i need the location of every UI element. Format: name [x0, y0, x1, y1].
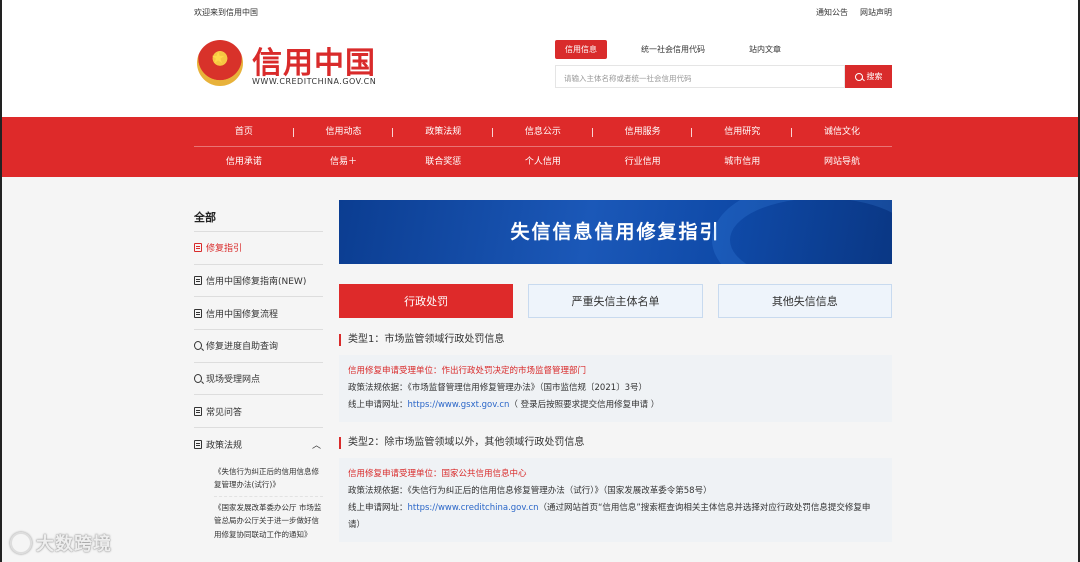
nav-item-site-nav[interactable]: 网站导航 [792, 147, 892, 177]
nav-item-personal-credit[interactable]: 个人信用 [493, 147, 593, 177]
tab-other-dishonest-info[interactable]: 其他失信信息 [717, 284, 892, 318]
sidebar-item-policy[interactable]: 政策法规 ︿ [194, 428, 323, 461]
search-tab-credit-code[interactable]: 统一社会信用代码 [631, 40, 715, 59]
watermark: 大数跨境 [10, 530, 112, 556]
search-tab-credit-info[interactable]: 信用信息 [555, 40, 607, 59]
search-icon [194, 341, 202, 351]
policy-link-repair-measures[interactable]: 《失信行为纠正后的信用信息修复管理办法(试行)》 [214, 461, 323, 497]
type1-info-box: 信用修复申请受理单位：作出行政处罚决定的市场监督管理部门 政策法规依据：《市场监… [339, 355, 892, 422]
site-logo-title[interactable]: 信用中国 [252, 38, 376, 82]
type2-info-box: 信用修复申请受理单位：国家公共信用信息中心 政策法规依据：《失信行为纠正后的信用… [339, 458, 892, 542]
banner-decoration [712, 200, 892, 264]
type1-online: 线上申请网址：https://www.gsxt.gov.cn（ 登录后按照要求提… [348, 397, 883, 414]
banner-title: 失信信息信用修复指引 [510, 221, 721, 243]
notice-link[interactable]: 通知公告 [816, 7, 848, 18]
search-icon [854, 72, 863, 81]
top-links: 通知公告 网站声明 [816, 7, 892, 18]
tab-serious-dishonest-list[interactable]: 严重失信主体名单 [528, 284, 703, 318]
document-icon [194, 276, 202, 286]
type2-online-url-link[interactable]: https://www.creditchina.gov.cn [408, 503, 539, 513]
sidebar-item-label: 修复指引 [206, 244, 243, 255]
sidebar-item-repair-guide[interactable]: 修复指引 [194, 232, 323, 265]
type1-unit: 信用修复申请受理单位：作出行政处罚决定的市场监督管理部门 [348, 366, 587, 376]
sidebar-item-repair-process[interactable]: 信用中国修复流程 [194, 297, 323, 331]
search-button-label: 搜索 [866, 72, 883, 81]
nav-item-industry-credit[interactable]: 行业信用 [593, 147, 693, 177]
policy-link-coordination-notice[interactable]: 《国家发展改革委办公厅 市场监管总局办公厅关于进一步做好信用修复协同联动工作的通… [214, 497, 323, 546]
document-icon [194, 406, 202, 416]
sidebar-item-label: 修复进度自助查询 [206, 342, 279, 353]
top-bar: 欢迎来到信用中国 通知公告 网站声明 [0, 0, 1080, 24]
type2-heading: 类型2：除市场监管领域以外，其他领域行政处罚信息 [339, 437, 892, 449]
type1-online-prefix: 线上申请网址： [348, 400, 408, 410]
sidebar-item-label: 信用中国修复流程 [206, 309, 279, 320]
category-tabs: 行政处罚 严重失信主体名单 其他失信信息 [339, 284, 892, 318]
statement-link[interactable]: 网站声明 [860, 7, 892, 18]
search-tabs: 信用信息 统一社会信用代码 站内文章 [555, 40, 815, 59]
watermark-text: 大数跨境 [36, 534, 112, 555]
sidebar-item-label: 信用中国修复指南(NEW) [206, 277, 307, 288]
sidebar-item-label: 现场受理网点 [206, 375, 261, 386]
tab-administrative-penalty[interactable]: 行政处罚 [339, 284, 514, 318]
document-icon [194, 308, 202, 318]
policy-sub-list: 《失信行为纠正后的信用信息修复管理办法(试行)》 《国家发展改革委办公厅 市场监… [194, 461, 323, 546]
guide-banner: 失信信息信用修复指引 [339, 200, 892, 264]
nav-item-disclosure[interactable]: 信息公示 [493, 117, 593, 146]
sidebar-item-progress-query[interactable]: 修复进度自助查询 [194, 330, 323, 363]
sidebar-item-label: 常见问答 [206, 407, 243, 418]
nav-item-integrity-culture[interactable]: 诚信文化 [792, 117, 892, 146]
search-icon [194, 374, 202, 384]
type1-online-suffix: （ 登录后按照要求提交信用修复申请 ） [509, 400, 660, 410]
nav-item-credit-news[interactable]: 信用动态 [294, 117, 394, 146]
search-button[interactable]: 搜索 [845, 65, 892, 88]
watermark-logo [10, 532, 32, 554]
sidebar-item-label: 政策法规 [206, 440, 243, 451]
national-emblem-logo[interactable]: ★ [197, 40, 243, 86]
chevron-up-icon: ︿ [311, 440, 321, 451]
nav-item-credit-research[interactable]: 信用研究 [692, 117, 792, 146]
search-input[interactable]: 请输入主体名称或者统一社会信用代码 [555, 65, 845, 88]
main-content: 失信信息信用修复指引 行政处罚 严重失信主体名单 其他失信信息 类型1：市场监管… [339, 200, 892, 542]
sidebar-title: 全部 [194, 200, 323, 232]
type1-heading: 类型1：市场监管领域行政处罚信息 [339, 334, 892, 346]
nav-item-home[interactable]: 首页 [194, 117, 294, 146]
type2-online-prefix: 线上申请网址： [348, 503, 408, 513]
site-header: ★ 信用中国 WWW.CREDITCHINA.GOV.CN 信用信息 统一社会信… [0, 24, 1080, 117]
type2-online: 线上申请网址：https://www.creditchina.gov.cn（通过… [348, 500, 883, 534]
nav-item-credit-service[interactable]: 信用服务 [593, 117, 693, 146]
nav-item-city-credit[interactable]: 城市信用 [692, 147, 792, 177]
nav-row-2: 信用承诺 信易＋ 联合奖惩 个人信用 行业信用 城市信用 网站导航 [194, 147, 892, 177]
nav-item-xinyi[interactable]: 信易＋ [294, 147, 394, 177]
type2-basis: 政策法规依据：《失信行为纠正后的信用信息修复管理办法（试行）》（国家发展改革委令… [348, 486, 712, 496]
sidebar-item-faq[interactable]: 常见问答 [194, 395, 323, 429]
site-logo-url: WWW.CREDITCHINA.GOV.CN [252, 77, 377, 86]
search-tab-site-articles[interactable]: 站内文章 [739, 40, 791, 59]
nav-item-joint-rewards[interactable]: 联合奖惩 [393, 147, 493, 177]
sidebar-item-repair-manual[interactable]: 信用中国修复指南(NEW) [194, 265, 323, 298]
nav-row-1: 首页 信用动态 政策法规 信息公示 信用服务 信用研究 诚信文化 [194, 117, 892, 147]
type1-online-url-link[interactable]: https://www.gsxt.gov.cn [408, 400, 510, 410]
document-icon [194, 243, 202, 253]
sidebar-item-service-points[interactable]: 现场受理网点 [194, 363, 323, 396]
nav-item-credit-commitment[interactable]: 信用承诺 [194, 147, 294, 177]
nav-item-policy[interactable]: 政策法规 [393, 117, 493, 146]
main-nav: 首页 信用动态 政策法规 信息公示 信用服务 信用研究 诚信文化 信用承诺 信易… [0, 117, 1080, 177]
type1-basis: 政策法规依据：《市场监督管理信用修复管理办法》（国市监信规〔2021〕3号） [348, 383, 648, 393]
document-icon [194, 439, 202, 449]
welcome-text: 欢迎来到信用中国 [194, 8, 258, 17]
sidebar: 全部 修复指引 信用中国修复指南(NEW) 信用中国修复流程 修复进度自助查询 … [194, 200, 323, 545]
type2-unit: 信用修复申请受理单位：国家公共信用信息中心 [348, 469, 527, 479]
